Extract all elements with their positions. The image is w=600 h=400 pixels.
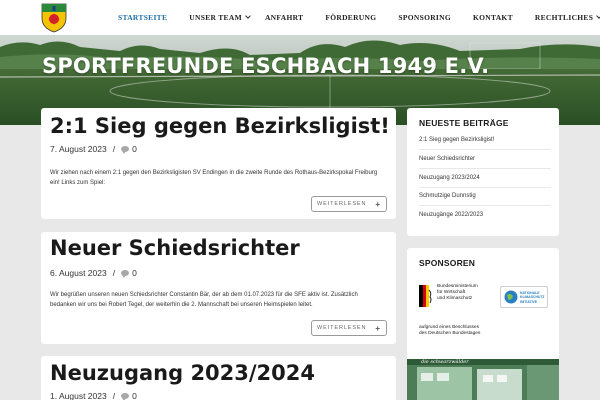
comment-icon	[121, 270, 130, 278]
divider	[419, 168, 551, 169]
comment-count[interactable]: 0	[132, 268, 137, 278]
sponsor-photo	[407, 359, 559, 400]
post-meta: 7. August 2023 / 0	[50, 144, 137, 154]
nav-label: STARTSEITE	[118, 13, 168, 22]
nav-label: UNSER TEAM	[189, 13, 242, 22]
globe-icon	[504, 290, 518, 304]
post-meta: 6. August 2023 / 0	[50, 268, 137, 278]
plus-icon: +	[375, 323, 381, 333]
nav-item-startseite[interactable]: STARTSEITE	[118, 13, 167, 22]
plus-icon: +	[375, 199, 381, 209]
recent-posts-widget: NEUESTE BEITRÄGE 2:1 Sieg gegen Bezirksl…	[407, 108, 559, 236]
sponsors-widget: SPONSOREN Bundesministerium für Wirtscha…	[407, 248, 559, 400]
post-title[interactable]: 2:1 Sieg gegen Bezirksligist!	[50, 114, 390, 138]
club-crest-logo[interactable]	[40, 2, 68, 33]
post-card: 2:1 Sieg gegen Bezirksligist! 7. August …	[41, 108, 396, 219]
comment-icon	[121, 146, 130, 154]
nav-label: ANFAHRT	[264, 13, 304, 22]
bmwk-logo[interactable]: Bundesministerium für Wirtschaft und Kli…	[419, 284, 499, 314]
site-header: STARTSEITE UNSER TEAM ANFAHRT FÖRDERUNG …	[0, 0, 600, 35]
nav-item-sponsoring[interactable]: SPONSORING	[398, 13, 451, 22]
meta-separator: /	[112, 391, 116, 400]
post-date[interactable]: 6. August 2023	[50, 268, 107, 278]
divider	[419, 187, 551, 188]
post-title[interactable]: Neuer Schiedsrichter	[50, 236, 300, 260]
comment-icon	[121, 393, 130, 400]
divider	[419, 205, 551, 206]
nav-label: KONTAKT	[472, 13, 513, 22]
meta-separator: /	[112, 144, 116, 154]
chevron-down-icon	[245, 13, 251, 19]
post-date[interactable]: 7. August 2023	[50, 144, 107, 154]
main-nav: STARTSEITE UNSER TEAM ANFAHRT FÖRDERUNG …	[118, 0, 600, 35]
nki-line: INITIATIVE	[520, 299, 538, 304]
widget-title: SPONSOREN	[419, 258, 476, 268]
nav-label: FÖRDERUNG	[325, 13, 377, 22]
resolution-line: des Deutschen Bundestages	[419, 331, 481, 336]
nav-label: RECHTLICHES	[534, 13, 594, 22]
recent-post-link[interactable]: Neuzugänge 2022/2023	[419, 212, 483, 218]
read-more-label: WEITERLESEN	[317, 325, 367, 331]
read-more-button[interactable]: WEITERLESEN +	[311, 196, 387, 212]
comment-count[interactable]: 0	[132, 391, 137, 400]
recent-post-link[interactable]: Neuer Schiedsrichter	[419, 156, 475, 162]
recent-post-link[interactable]: Neuzugang 2023/2024	[419, 175, 480, 181]
nav-item-anfahrt[interactable]: ANFAHRT	[265, 13, 303, 22]
sponsor-banner-image[interactable]: die schwarzwälder	[407, 359, 559, 400]
site-title: SPORTFREUNDE ESCHBACH 1949 E.V.	[42, 54, 490, 78]
nki-logo[interactable]: NATIONALE KLIMASCHUTZ INITIATIVE	[500, 286, 548, 308]
post-excerpt: Wir ziehen nach einem 2:1 gegen den Bezi…	[50, 170, 378, 186]
nav-label: SPONSORING	[398, 13, 451, 22]
nav-item-foerderung[interactable]: FÖRDERUNG	[325, 13, 376, 22]
federal-eagle-icon	[419, 285, 432, 307]
chevron-down-icon	[596, 13, 600, 19]
post-card: Neuer Schiedsrichter 6. August 2023 / 0 …	[41, 232, 396, 344]
banner-text: die schwarzwälder	[421, 359, 469, 365]
divider	[419, 149, 551, 150]
comment-count[interactable]: 0	[132, 144, 137, 154]
bundestag-resolution: aufgrund eines Beschlusses des Deutschen…	[419, 325, 480, 337]
widget-title: NEUESTE BEITRÄGE	[419, 118, 509, 128]
post-date[interactable]: 1. August 2023	[50, 391, 107, 400]
bmwk-line: und Klimaschutz	[437, 296, 473, 301]
meta-separator: /	[112, 268, 116, 278]
nav-item-kontakt[interactable]: KONTAKT	[473, 13, 513, 22]
nav-item-rechtliches[interactable]: RECHTLICHES	[535, 13, 600, 22]
read-more-button[interactable]: WEITERLESEN +	[311, 320, 387, 336]
read-more-label: WEITERLESEN	[317, 201, 367, 207]
post-title[interactable]: Neuzugang 2023/2024	[50, 361, 315, 385]
recent-post-link[interactable]: Schmutzige Dunnstig	[419, 193, 476, 199]
bmwk-name: Bundesministerium für Wirtschaft und Kli…	[437, 284, 478, 302]
post-card: Neuzugang 2023/2024 1. August 2023 / 0	[41, 356, 396, 400]
post-meta: 1. August 2023 / 0	[50, 391, 137, 400]
recent-post-link[interactable]: 2:1 Sieg gegen Bezirksligist!	[419, 137, 494, 143]
post-excerpt: Wir begrüßen unseren neuen Schiedsrichte…	[50, 292, 358, 308]
nav-item-unser-team[interactable]: UNSER TEAM	[189, 13, 251, 22]
nki-name: NATIONALE KLIMASCHUTZ INITIATIVE	[520, 291, 545, 304]
